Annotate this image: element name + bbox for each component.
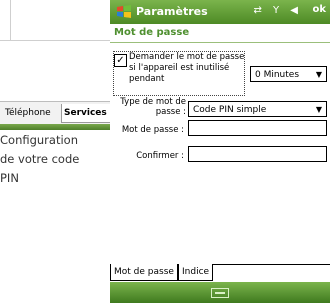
password-input[interactable]	[188, 120, 327, 136]
password-type-select[interactable]: Code PIN simple ▼	[188, 101, 327, 117]
header-divider	[110, 42, 330, 43]
status-icons[interactable]: ⇄ Y ◀	[253, 5, 302, 16]
confirm-label: Confirmer :	[136, 151, 184, 161]
caption-line: de votre code	[0, 152, 80, 166]
background-divider	[10, 0, 11, 40]
caption: Configuration de votre code PIN	[0, 131, 115, 188]
caption-line: Configuration	[0, 133, 78, 147]
caption-line: PIN	[0, 171, 19, 185]
background-tab-services: Services	[61, 104, 111, 123]
section-header: Mot de passe	[110, 24, 330, 46]
password-type-select-value: Code PIN simple	[193, 105, 267, 115]
background-tab-telephone: Téléphone	[5, 108, 51, 118]
softkey-bar	[110, 282, 330, 303]
tab-mot-de-passe[interactable]: Mot de passe	[110, 264, 178, 281]
timeout-select-value: 0 Minutes	[255, 70, 300, 80]
windows-start-icon[interactable]	[115, 3, 133, 21]
confirm-password-input[interactable]	[188, 146, 327, 162]
password-type-label: Type de mot de passe :	[120, 97, 186, 117]
tab-bar: Mot de passe Indice	[110, 264, 330, 282]
password-prompt-checkbox-label: Demander le mot de passe si l'appareil e…	[129, 52, 245, 84]
ok-button[interactable]: ok	[312, 4, 326, 15]
password-prompt-checkbox[interactable]: ✓	[114, 54, 127, 67]
title-bar: Paramètres ⇄ Y ◀ ok	[110, 0, 330, 24]
password-prompt-checkbox-row[interactable]: ✓ Demander le mot de passe si l'appareil…	[114, 52, 244, 94]
timeout-select[interactable]: 0 Minutes ▼	[250, 66, 327, 82]
tab-indice[interactable]: Indice	[178, 264, 214, 281]
password-label: Mot de passe :	[121, 125, 184, 135]
keyboard-icon[interactable]	[211, 288, 229, 298]
page-title: Mot de passe	[114, 27, 190, 38]
chevron-down-icon: ▼	[315, 70, 322, 79]
chevron-down-icon: ▼	[315, 105, 322, 114]
phone-screen: Paramètres ⇄ Y ◀ ok Mot de passe ✓ Deman…	[110, 0, 330, 303]
window-title: Paramètres	[136, 5, 208, 18]
